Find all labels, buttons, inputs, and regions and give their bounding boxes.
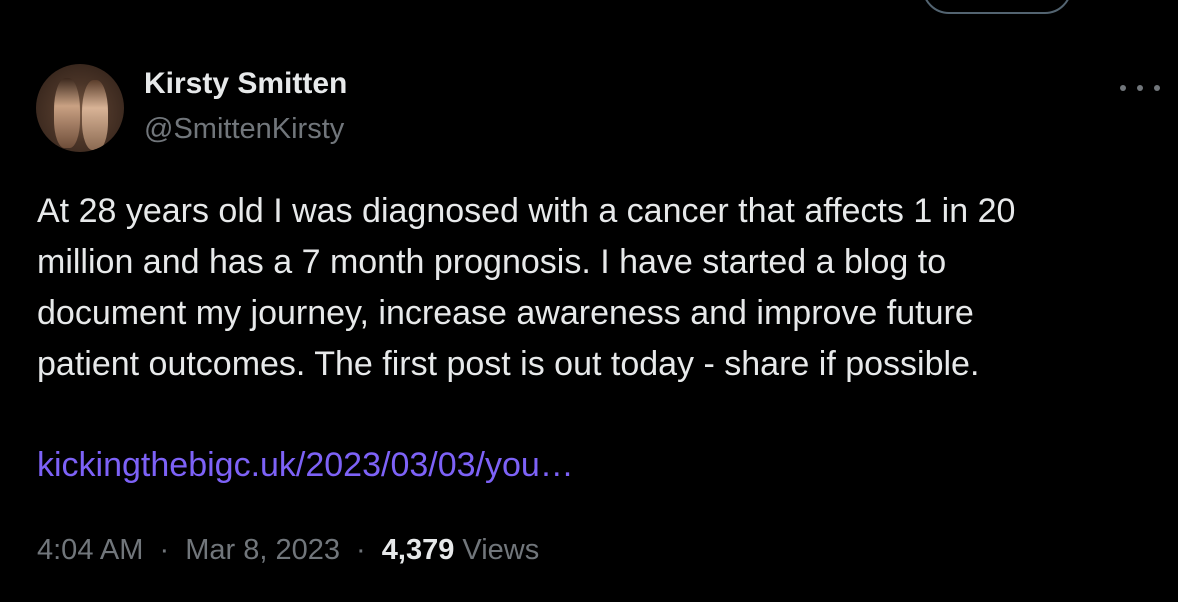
avatar[interactable] [36,64,124,152]
blog-link[interactable]: kickingthebigc.uk/2023/03/03/you… [37,440,574,491]
tweet-metadata: 4:04 AM · Mar 8, 2023 · 4,379 Views [37,530,539,570]
ellipsis-icon[interactable] [1120,76,1160,100]
author-block: Kirsty Smitten @SmittenKirsty [144,66,347,147]
views-label: Views [462,534,540,566]
tweet-date[interactable]: Mar 8, 2023 [185,534,340,566]
avatar-person-right [82,80,108,150]
author-handle[interactable]: @SmittenKirsty [144,111,347,147]
tweet-header: Kirsty Smitten @SmittenKirsty [36,64,1160,156]
top-button-edge[interactable] [922,0,1072,14]
tweet-text-line: At 28 years old I was diagnosed with a c… [37,192,1016,230]
separator-dot: · [356,534,366,566]
tweet-text-line: million and has a 7 month prognosis. I h… [37,243,947,281]
tweet-text-line: patient outcomes. The first post is out … [37,345,980,383]
separator-dot: · [159,534,170,566]
tweet-text-line: document my journey, increase awareness … [37,294,974,332]
tweet-text: At 28 years old I was diagnosed with a c… [37,186,1167,390]
avatar-person-left [54,78,80,148]
views-count[interactable]: 4,379 [382,534,455,566]
tweet-time[interactable]: 4:04 AM [37,534,143,566]
author-display-name[interactable]: Kirsty Smitten [144,66,347,102]
